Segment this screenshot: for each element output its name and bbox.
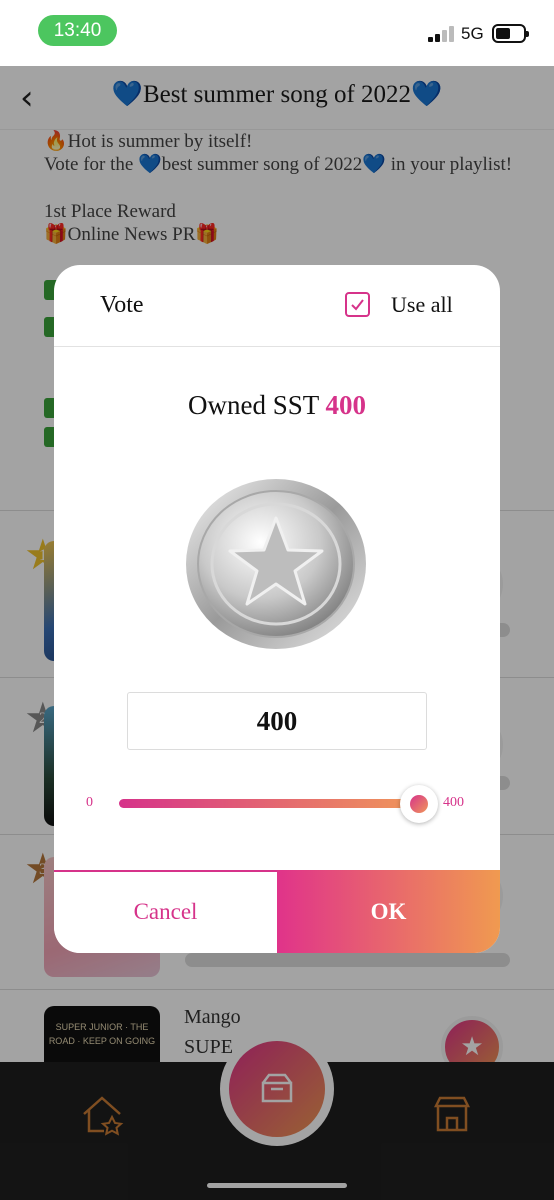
dialog-title: Vote bbox=[100, 292, 144, 318]
battery-icon bbox=[492, 24, 529, 43]
slider-min-label: 0 bbox=[86, 795, 93, 810]
vote-amount-input[interactable]: 400 bbox=[127, 692, 427, 750]
owned-label: Owned SST bbox=[187, 390, 319, 420]
silver-star-coin-icon bbox=[186, 479, 366, 649]
owned-amount: 400 bbox=[325, 390, 367, 420]
owned-balance: Owned SST 400 bbox=[54, 390, 500, 421]
dialog-header: Vote Use all bbox=[54, 265, 500, 347]
use-all-label[interactable]: Use all bbox=[391, 292, 453, 318]
status-bar: 13:40 5G bbox=[0, 0, 554, 66]
network-label: 5G bbox=[461, 24, 484, 43]
signal-icon bbox=[428, 26, 456, 42]
checkmark-icon bbox=[351, 299, 364, 311]
use-all-checkbox[interactable] bbox=[345, 292, 370, 317]
ok-button[interactable]: OK bbox=[277, 870, 500, 953]
vote-slider-handle[interactable] bbox=[400, 785, 438, 823]
cancel-button[interactable]: Cancel bbox=[54, 870, 277, 953]
vote-slider-track[interactable] bbox=[119, 799, 419, 808]
slider-max-label: 400 bbox=[443, 795, 464, 810]
vote-dialog: Vote Use all Owned SST 400 400 0 400 Can… bbox=[54, 265, 500, 953]
status-time: 13:40 bbox=[38, 15, 117, 46]
